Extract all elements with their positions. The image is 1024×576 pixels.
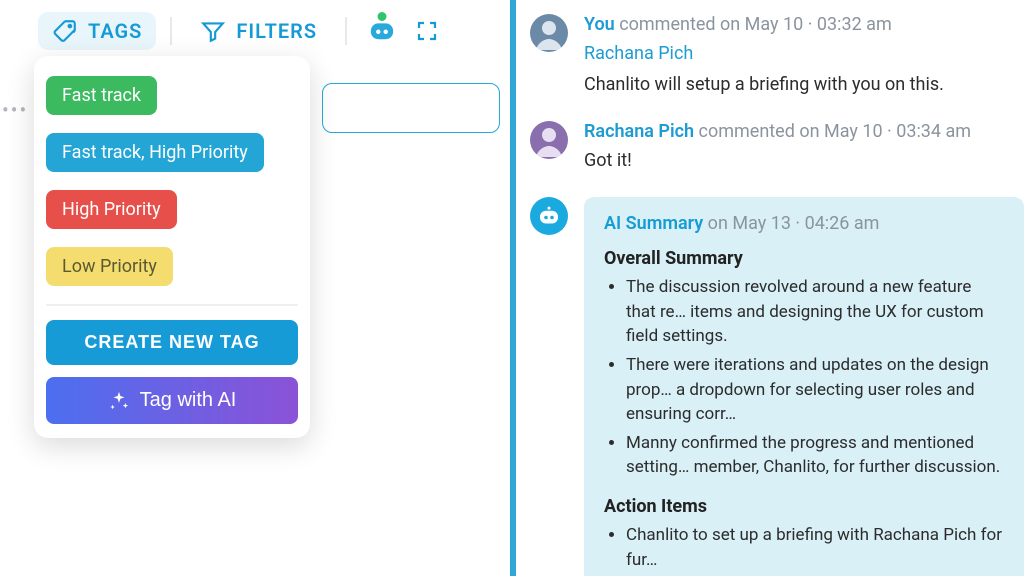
action-items-list: Chanlito to set up a briefing with Racha…: [604, 523, 1004, 572]
comment-timestamp: commented on May 10 · 03:32 am: [615, 14, 892, 35]
ai-avatar[interactable]: [530, 197, 568, 235]
summary-bullet: The discussion revolved around a new fea…: [626, 275, 1004, 349]
summary-bullet: There were iterations and updates on the…: [626, 353, 1004, 427]
left-pane: TAGS FILTERS Fast track Fast track, High…: [0, 0, 510, 576]
tag-chip-low-priority[interactable]: Low Priority: [46, 247, 173, 286]
fullscreen-icon[interactable]: [415, 19, 439, 43]
comment-text: Got it!: [584, 150, 1024, 171]
tab-separator-2: [345, 17, 347, 45]
create-new-tag-button[interactable]: CREATE NEW TAG: [46, 320, 298, 365]
sparkle-icon: [108, 390, 130, 412]
status-dot-icon: [378, 12, 387, 21]
avatar[interactable]: [530, 121, 568, 159]
tab-filters[interactable]: FILTERS: [186, 12, 331, 50]
empty-input-outline[interactable]: [322, 83, 500, 133]
comment-entry: You commented on May 10 · 03:32 am Racha…: [530, 14, 1024, 95]
summary-author: AI Summary: [604, 213, 703, 234]
comment-entry: Rachana Pich commented on May 10 · 03:34…: [530, 121, 1024, 171]
ai-summary-card: AI Summary on May 13 · 04:26 am Overall …: [584, 197, 1024, 576]
comment-text: Chanlito will setup a briefing with you …: [584, 74, 1024, 95]
avatar[interactable]: [530, 14, 568, 52]
tab-tags-label: TAGS: [88, 19, 142, 43]
tab-separator: [170, 17, 172, 45]
action-items-title: Action Items: [604, 496, 1004, 517]
ai-summary-entry: AI Summary on May 13 · 04:26 am Overall …: [530, 197, 1024, 576]
tag-chip-high-priority[interactable]: High Priority: [46, 190, 177, 229]
comment-meta: Rachana Pich commented on May 10 · 03:34…: [584, 121, 1024, 142]
ai-bot-icon[interactable]: [367, 16, 397, 46]
comments-pane: You commented on May 10 · 03:32 am Racha…: [516, 0, 1024, 576]
tag-with-ai-button[interactable]: Tag with AI: [46, 377, 298, 424]
comment-author[interactable]: You: [584, 14, 615, 35]
panel-divider: [46, 304, 298, 306]
action-item-bullet: Chanlito to set up a briefing with Racha…: [626, 523, 1004, 572]
comment-meta: You commented on May 10 · 03:32 am: [584, 14, 1024, 35]
tab-filters-label: FILTERS: [236, 19, 317, 43]
comment-author[interactable]: Rachana Pich: [584, 121, 694, 142]
summary-meta: AI Summary on May 13 · 04:26 am: [604, 213, 1004, 234]
mention-link[interactable]: Rachana Pich: [584, 43, 693, 64]
tag-with-ai-label: Tag with AI: [140, 389, 237, 412]
tab-tags[interactable]: TAGS: [38, 12, 156, 50]
comment-timestamp: commented on May 10 · 03:34 am: [694, 121, 971, 142]
tag-chip-fast-track[interactable]: Fast track: [46, 76, 157, 115]
tabs-row: TAGS FILTERS: [38, 12, 490, 50]
overall-summary-list: The discussion revolved around a new fea…: [604, 275, 1004, 480]
tags-dropdown-panel: Fast track Fast track, High Priority Hig…: [34, 56, 310, 438]
overall-summary-title: Overall Summary: [604, 248, 1004, 269]
tag-chip-fast-track-high[interactable]: Fast track, High Priority: [46, 133, 264, 172]
summary-timestamp: on May 13 · 04:26 am: [703, 213, 879, 234]
tag-icon: [52, 18, 78, 44]
robot-head-icon: [537, 204, 561, 228]
funnel-icon: [200, 18, 226, 44]
summary-bullet: Manny confirmed the progress and mention…: [626, 431, 1004, 480]
